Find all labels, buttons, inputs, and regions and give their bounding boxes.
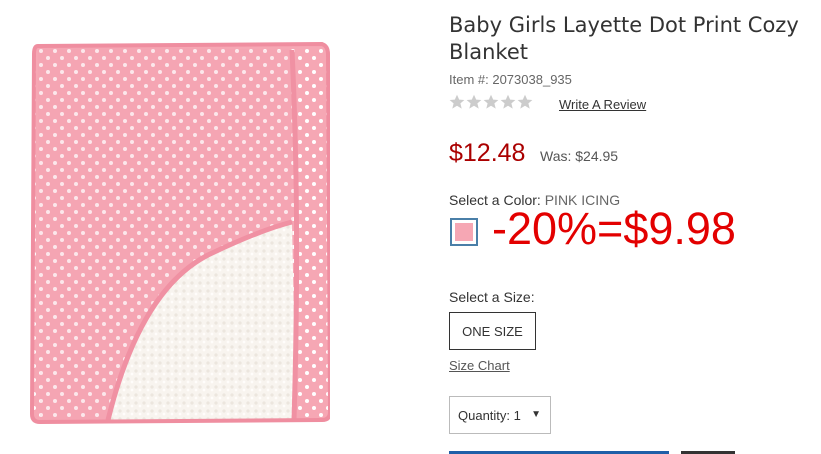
chevron-down-icon: ▼: [531, 409, 541, 420]
item-number: Item #: 2073038_935: [449, 72, 572, 87]
was-label: Was:: [540, 148, 572, 164]
write-review-link[interactable]: Write A Review: [559, 97, 646, 112]
product-title: Baby Girls Layette Dot Print Cozy Blanke…: [449, 13, 799, 64]
star-icon: [466, 94, 482, 109]
quantity-value: 1: [513, 407, 521, 423]
quantity-label: Quantity:: [458, 407, 511, 423]
star-icon: [449, 94, 465, 109]
size-chart-link[interactable]: Size Chart: [449, 358, 510, 373]
sale-price: $12.48: [449, 139, 526, 167]
quantity-select[interactable]: Quantity: 1 ▼: [449, 396, 551, 434]
size-option-button[interactable]: ONE SIZE: [449, 312, 536, 350]
blanket-illustration: [29, 41, 333, 425]
was-price: Was: $24.95: [540, 148, 618, 164]
star-icon: [483, 94, 499, 109]
swatch-fill: [455, 223, 473, 241]
promo-annotation: -20%=$9.98: [492, 203, 736, 254]
product-image: [29, 40, 333, 425]
star-icon: [517, 94, 533, 109]
rating-stars[interactable]: [449, 94, 533, 112]
star-icon: [500, 94, 516, 109]
size-label: Select a Size:: [449, 289, 535, 305]
was-value: $24.95: [575, 148, 619, 164]
color-swatch-pink-icing[interactable]: [450, 218, 478, 246]
